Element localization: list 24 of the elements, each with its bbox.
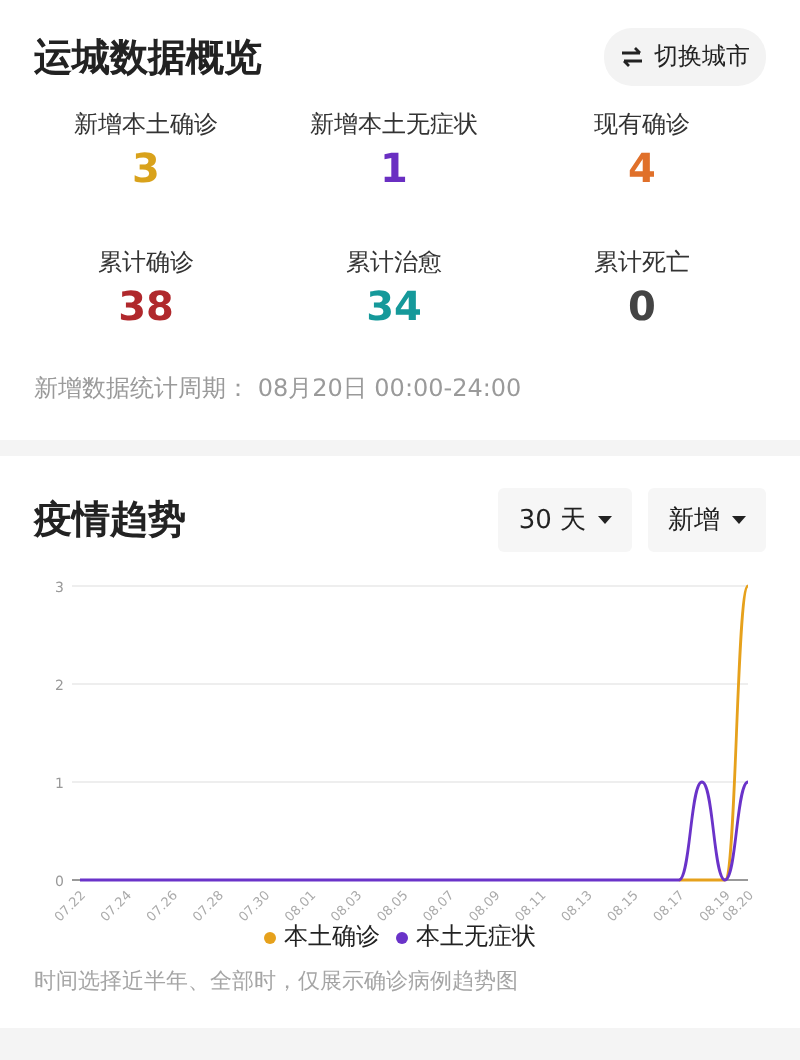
stat-label: 累计确诊 [98, 246, 194, 280]
stat-label: 新增本土无症状 [310, 108, 478, 142]
stat-label: 新增本土确诊 [74, 108, 218, 142]
stat-value: 38 [118, 280, 174, 332]
stat-value: 34 [366, 280, 422, 332]
stat-value: 3 [132, 142, 160, 194]
chart-note: 时间选择近半年、全部时，仅展示确诊病例趋势图 [34, 966, 520, 996]
caret-icon [732, 516, 746, 524]
stat-value: 1 [380, 142, 408, 194]
swap-icon [620, 46, 644, 68]
legend-label: 本土无症状 [416, 921, 536, 954]
period-note: 新增数据统计周期： 08月20日 00:00-24:00 [34, 372, 524, 406]
range-dropdown[interactable]: 30 天 [498, 488, 632, 552]
caret-icon [598, 516, 612, 524]
legend-label: 本土确诊 [284, 921, 380, 954]
type-dropdown[interactable]: 新增 [648, 488, 766, 552]
section-title: 运城数据概览 [34, 33, 262, 83]
section-title: 疫情趋势 [34, 496, 186, 546]
stat-label: 现有确诊 [594, 108, 690, 142]
switch-city-button[interactable]: 切换城市 [604, 28, 766, 86]
stat-label: 累计治愈 [346, 246, 442, 280]
stat-value: 4 [628, 142, 656, 194]
stat-value: 0 [628, 280, 656, 332]
stat-label: 累计死亡 [594, 246, 690, 280]
